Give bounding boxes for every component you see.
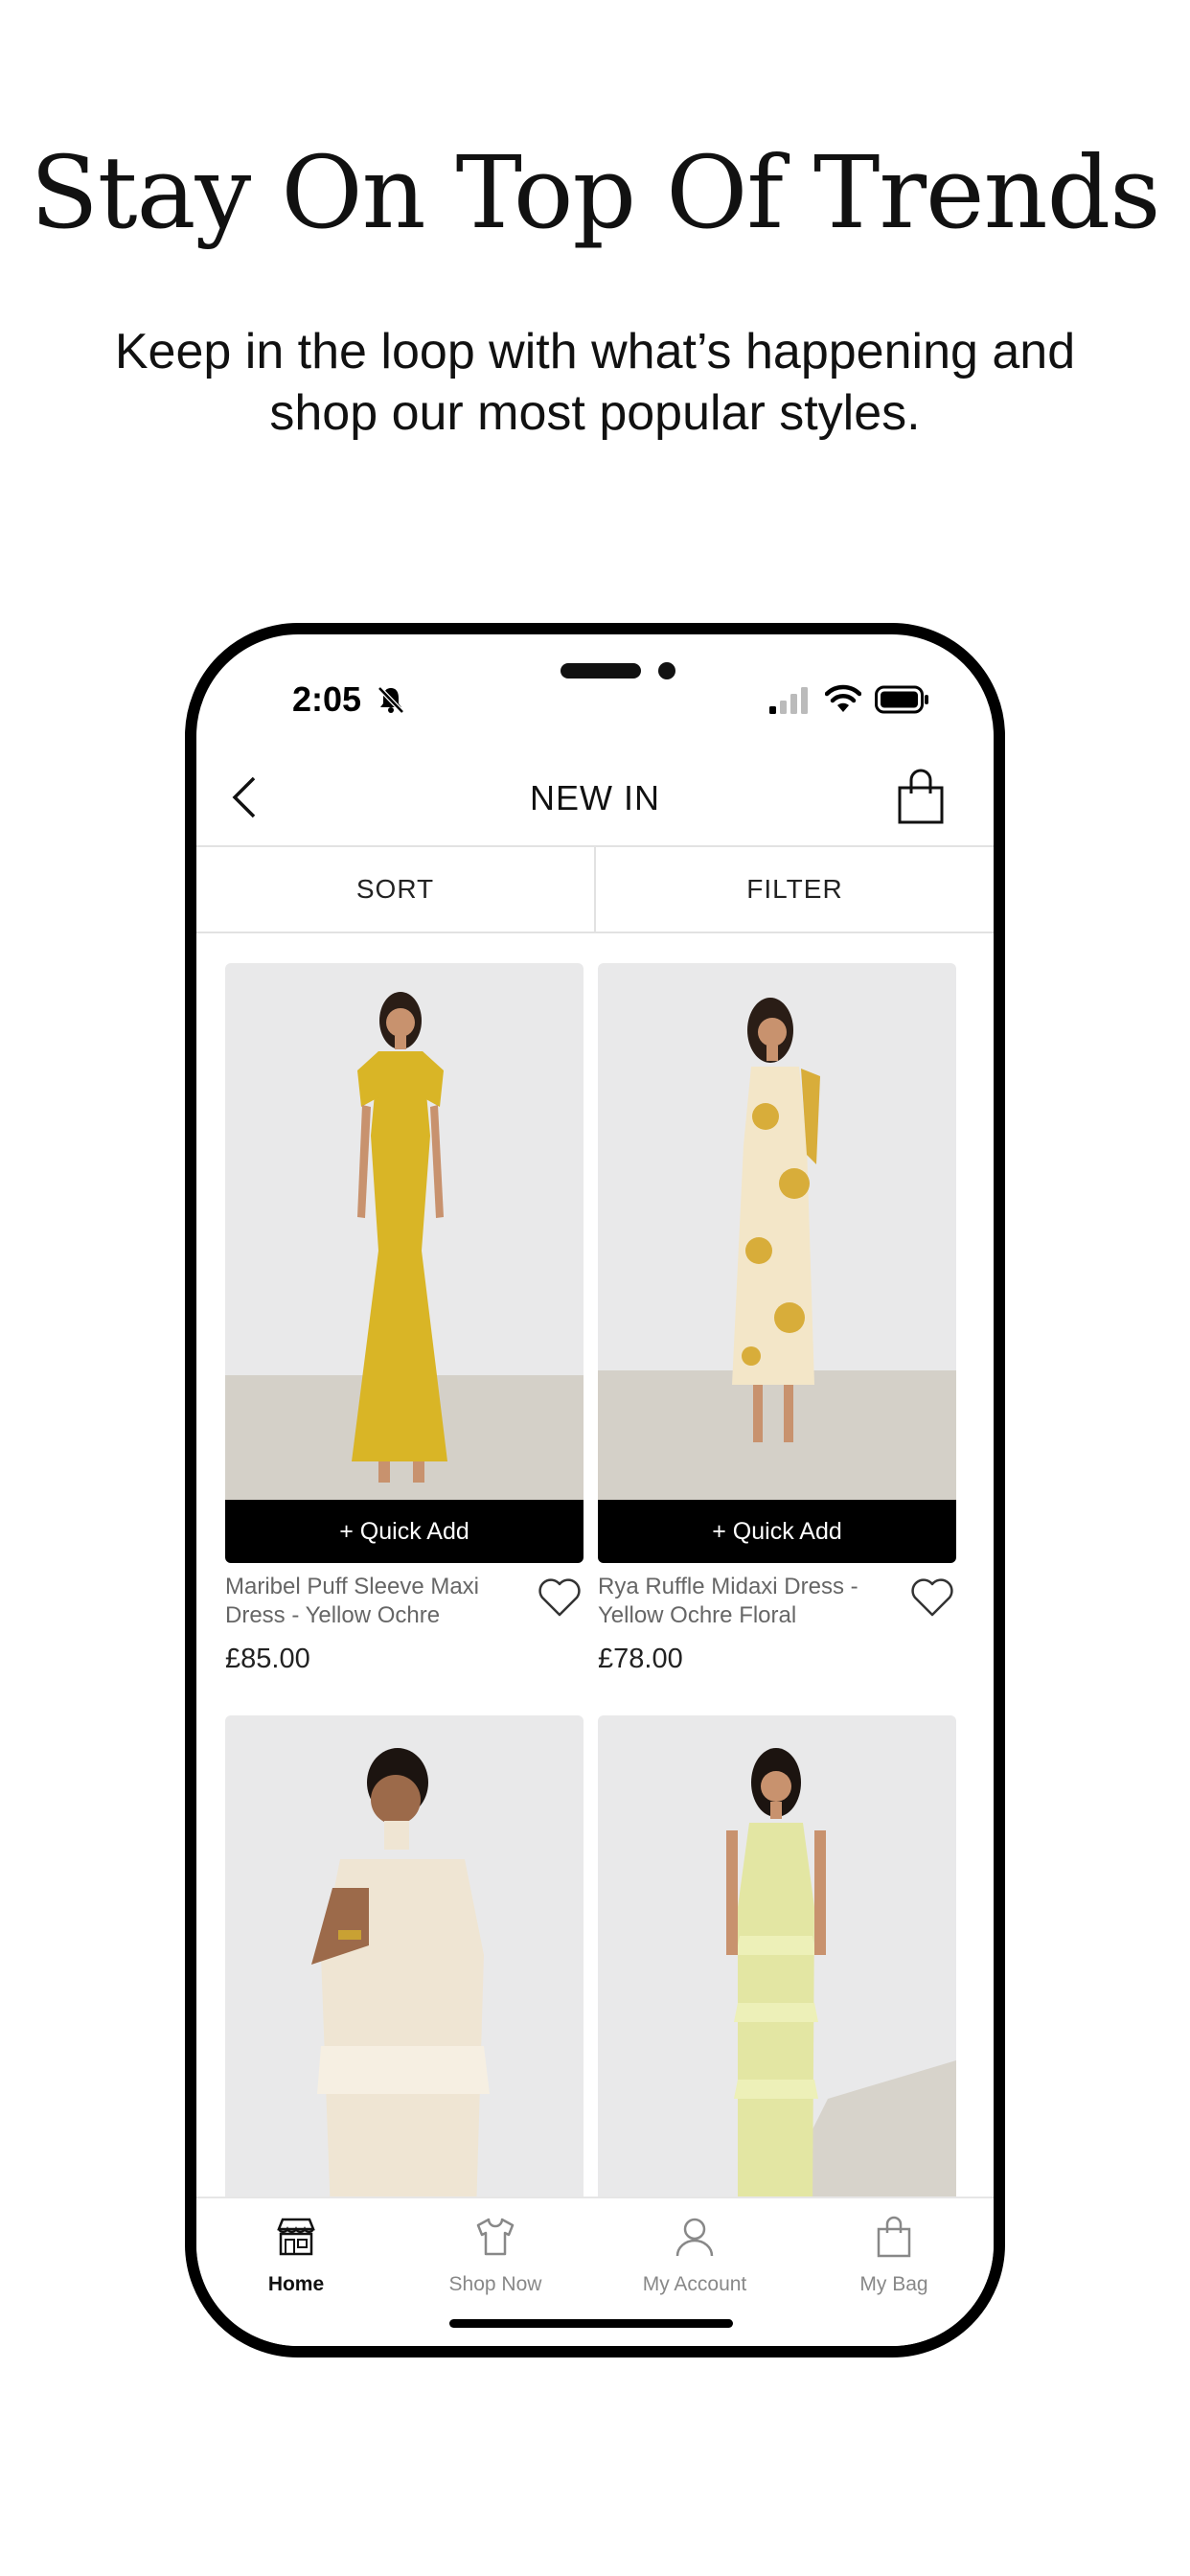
shopping-bag-icon[interactable] — [894, 769, 948, 826]
quick-add-button[interactable]: + Quick Add — [225, 1500, 584, 1563]
promo-subline: Keep in the loop with what’s happening a… — [114, 324, 1076, 441]
filter-button[interactable]: FILTER — [596, 847, 994, 932]
tshirt-icon — [476, 2218, 515, 2256]
sort-button[interactable]: SORT — [196, 847, 596, 932]
tab-home[interactable]: Home — [196, 2198, 396, 2304]
product-price: £78.00 — [598, 1644, 683, 1674]
dynamic-island — [561, 663, 641, 678]
product-card[interactable]: + Quick Add Rya Ruffle Midaxi Dress - Ye… — [598, 963, 956, 1674]
tab-my-bag[interactable]: My Bag — [794, 2198, 994, 2304]
tab-label: My Account — [642, 2273, 747, 2295]
tab-label: Home — [267, 2273, 325, 2295]
product-image[interactable] — [225, 1715, 584, 2214]
tab-my-account[interactable]: My Account — [595, 2198, 794, 2304]
product-image[interactable] — [225, 963, 584, 1500]
promo-headline: Stay On Top Of Trends — [30, 134, 1160, 251]
bell-slash-icon — [378, 686, 404, 714]
battery-icon — [875, 685, 928, 714]
shopping-bag-icon — [877, 2216, 911, 2258]
storefront-icon — [277, 2218, 315, 2256]
nav-header: NEW IN — [196, 749, 994, 845]
tab-label: Shop Now — [448, 2273, 542, 2295]
page-title: NEW IN — [530, 778, 660, 817]
product-card[interactable] — [598, 1715, 956, 2214]
product-price: £85.00 — [225, 1644, 310, 1674]
quick-add-button[interactable]: + Quick Add — [598, 1500, 956, 1563]
signal-icon — [769, 687, 808, 714]
phone-frame: 2:05 NEW IN SORT FILTER + Quick Add Mari… — [185, 623, 1005, 2358]
product-image[interactable] — [598, 1715, 956, 2214]
heart-icon[interactable] — [537, 1576, 583, 1619]
wifi-icon — [825, 684, 861, 712]
product-image[interactable] — [598, 963, 956, 1500]
product-card[interactable]: + Quick Add Maribel Puff Sleeve Maxi Dre… — [225, 963, 584, 1674]
home-indicator[interactable] — [449, 2319, 733, 2328]
status-time: 2:05 — [292, 679, 362, 719]
product-card[interactable] — [225, 1715, 584, 2214]
user-icon — [675, 2218, 714, 2257]
camera-dot — [658, 662, 675, 679]
heart-icon[interactable] — [909, 1576, 955, 1619]
product-name[interactable]: Maribel Puff Sleeve Maxi Dress - Yellow … — [225, 1573, 532, 1630]
tab-shop-now[interactable]: Shop Now — [396, 2198, 595, 2304]
sort-filter-bar: SORT FILTER — [196, 845, 994, 933]
product-name[interactable]: Rya Ruffle Midaxi Dress - Yellow Ochre F… — [598, 1573, 904, 1630]
tab-label: My Bag — [859, 2273, 928, 2295]
